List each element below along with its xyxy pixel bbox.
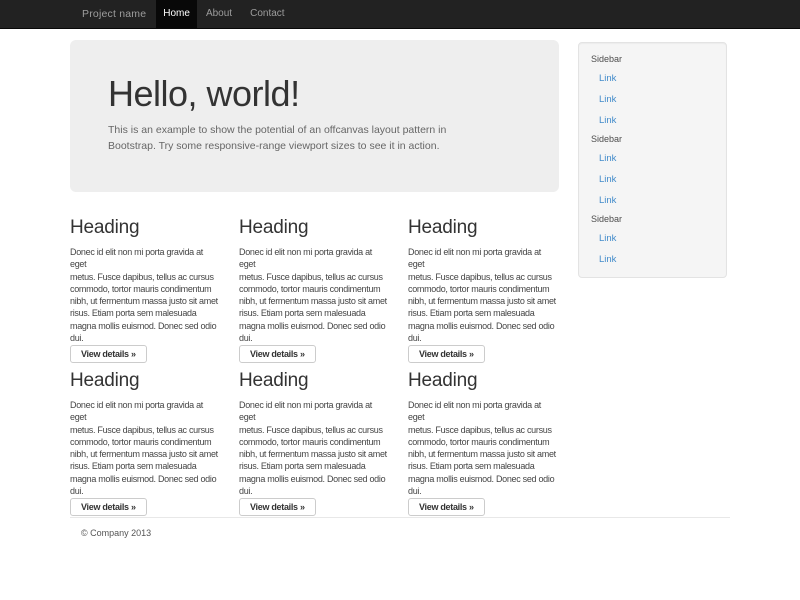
- view-details-button[interactable]: View details »: [408, 498, 485, 516]
- content-grid: Heading Donec id elit non mi porta gravi…: [70, 218, 559, 499]
- sidebar-header: Sidebar: [579, 211, 726, 228]
- footer-copyright: © Company 2013: [81, 527, 151, 539]
- content-card: Heading Donec id elit non mi porta gravi…: [70, 371, 220, 499]
- sidebar-header: Sidebar: [579, 51, 726, 68]
- sidebar-link[interactable]: Link: [579, 190, 726, 211]
- card-body-text: Donec id elit non mi porta gravida at eg…: [408, 399, 558, 497]
- content-card: Heading Donec id elit non mi porta gravi…: [408, 371, 558, 499]
- sidebar-header: Sidebar: [579, 131, 726, 148]
- card-heading: Heading: [408, 218, 558, 238]
- sidebar-link[interactable]: Link: [579, 228, 726, 249]
- footer-divider: [70, 517, 730, 518]
- content-card: Heading Donec id elit non mi porta gravi…: [239, 218, 389, 346]
- jumbotron-title: Hello, world!: [108, 76, 521, 112]
- navbar-nav: Home About Contact: [156, 0, 293, 28]
- card-body-text: Donec id elit non mi porta gravida at eg…: [70, 399, 220, 497]
- nav-item-about[interactable]: About: [197, 0, 241, 28]
- view-details-button[interactable]: View details »: [408, 345, 485, 363]
- card-heading: Heading: [239, 371, 389, 391]
- nav-item-home[interactable]: Home: [156, 0, 197, 28]
- navbar-brand[interactable]: Project name: [82, 0, 146, 28]
- card-heading: Heading: [239, 218, 389, 238]
- view-details-button[interactable]: View details »: [70, 345, 147, 363]
- content-card: Heading Donec id elit non mi porta gravi…: [70, 218, 220, 346]
- card-heading: Heading: [70, 371, 220, 391]
- card-heading: Heading: [408, 371, 558, 391]
- sidebar-well: Sidebar Link Link Link Sidebar Link Link…: [578, 42, 727, 278]
- sidebar-link[interactable]: Link: [579, 68, 726, 89]
- sidebar-link[interactable]: Link: [579, 89, 726, 110]
- sidebar-link[interactable]: Link: [579, 169, 726, 190]
- card-body-text: Donec id elit non mi porta gravida at eg…: [408, 246, 558, 344]
- view-details-button[interactable]: View details »: [70, 498, 147, 516]
- view-details-button[interactable]: View details »: [239, 345, 316, 363]
- card-body-text: Donec id elit non mi porta gravida at eg…: [70, 246, 220, 344]
- card-body-text: Donec id elit non mi porta gravida at eg…: [239, 399, 389, 497]
- content-card: Heading Donec id elit non mi porta gravi…: [408, 218, 558, 346]
- sidebar-link[interactable]: Link: [579, 249, 726, 270]
- view-details-button[interactable]: View details »: [239, 498, 316, 516]
- jumbotron-description: This is an example to show the potential…: [108, 123, 521, 154]
- card-heading: Heading: [70, 218, 220, 238]
- card-body-text: Donec id elit non mi porta gravida at eg…: [239, 246, 389, 344]
- content-card: Heading Donec id elit non mi porta gravi…: [239, 371, 389, 499]
- sidebar-link[interactable]: Link: [579, 148, 726, 169]
- navbar: Project name Home About Contact: [0, 0, 800, 29]
- sidebar-link[interactable]: Link: [579, 110, 726, 131]
- nav-item-contact[interactable]: Contact: [241, 0, 293, 28]
- jumbotron: Hello, world! This is an example to show…: [70, 40, 559, 192]
